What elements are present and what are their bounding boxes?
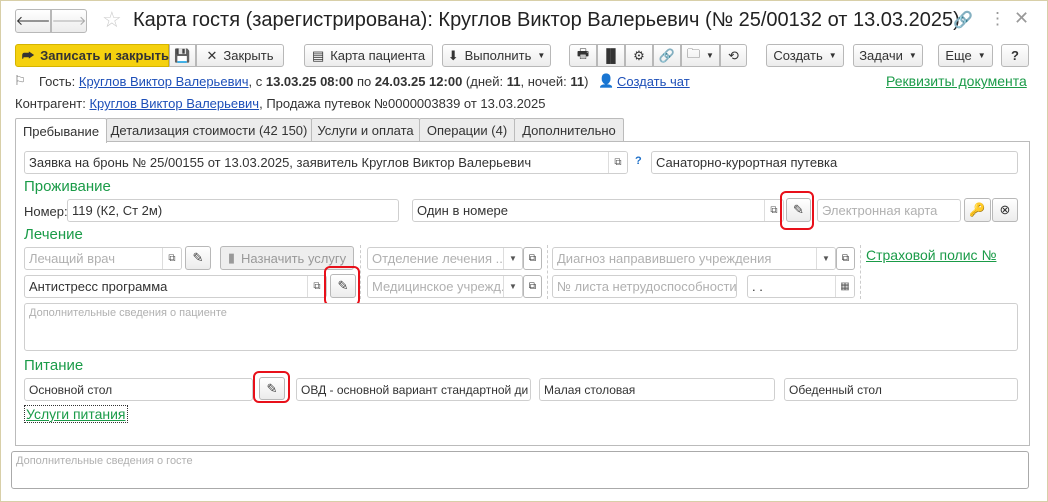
card-icon: ▤: [311, 47, 325, 63]
star-icon[interactable]: ☆: [102, 7, 122, 33]
history-button[interactable]: ⟲: [720, 44, 747, 67]
pencil-icon: ✎: [266, 380, 278, 396]
tab-cost-details[interactable]: Детализация стоимости (42 150): [106, 118, 312, 142]
divider: [360, 245, 361, 299]
save-button[interactable]: 💾: [169, 44, 196, 67]
gears-icon: ⚙: [633, 47, 645, 63]
edit-occupancy-button[interactable]: ✎: [786, 198, 811, 222]
occupancy-field[interactable]: Один в номере ⧉: [412, 199, 784, 222]
link-icon[interactable]: 🔗: [953, 10, 973, 30]
diagnosis-field[interactable]: Диагноз направившего учреждения ▼: [552, 247, 836, 270]
page-title: Карта гостя (зарегистрирована): Круглов …: [133, 9, 960, 31]
insurance-link[interactable]: Страховой полис №: [866, 247, 996, 263]
folder-plus-icon: 🗀: [687, 45, 701, 61]
edit-program-button[interactable]: ✎: [330, 274, 356, 298]
pencil-icon: ✎: [192, 250, 204, 265]
guest-link[interactable]: Круглов Виктор Валерьевич: [79, 74, 249, 89]
print-button[interactable]: 🖶: [569, 44, 597, 67]
print-icon: 🖶: [576, 45, 590, 61]
chain-link-icon: 🔗: [658, 47, 676, 63]
history-icon: ⟲: [728, 47, 739, 63]
dropdown-icon[interactable]: ▼: [503, 276, 522, 297]
open-department-button[interactable]: ⧉: [523, 247, 542, 270]
save-close-icon: ⮫: [22, 47, 35, 63]
room-field[interactable]: 119 (К2, Ст 2м): [67, 199, 399, 222]
flag-icon: ⚐: [14, 73, 26, 88]
execute-button[interactable]: ⬇ Выполнить ▼: [442, 44, 551, 67]
settings-button[interactable]: ⚙: [625, 44, 653, 67]
more-button[interactable]: Еще ▼: [938, 44, 993, 67]
help-mark[interactable]: ?: [635, 155, 642, 167]
voucher-field[interactable]: Санаторно-курортная путевка: [651, 151, 1018, 174]
attach-folder-button[interactable]: 🗀 ▼: [681, 44, 720, 67]
tab-services-payment[interactable]: Услуги и оплата: [311, 118, 420, 142]
save-icon: 💾: [174, 47, 191, 63]
meal-table-field[interactable]: Обеденный стол: [784, 378, 1018, 401]
create-chat-link[interactable]: Создать чат: [617, 74, 690, 89]
open-institution-button[interactable]: ⧉: [523, 275, 542, 298]
clear-circle-icon: ⊗: [999, 202, 1011, 217]
pencil-icon: ✎: [337, 278, 349, 293]
key-button[interactable]: 🔑: [964, 198, 991, 222]
diet-field[interactable]: Основной стол: [24, 378, 253, 401]
nutrition-services-link[interactable]: Услуги питания: [24, 405, 128, 423]
help-button[interactable]: ?: [1001, 44, 1029, 67]
close-button[interactable]: ✕ Закрыть: [196, 44, 284, 67]
patient-card-button[interactable]: ▤ Карта пациента: [304, 44, 433, 67]
doctor-field[interactable]: Лечащий врач ⧉: [24, 247, 182, 270]
chat-user-icon: 👤: [598, 73, 615, 88]
department-field[interactable]: Отделение лечения ... ▼: [367, 247, 523, 270]
room-label: Номер:: [24, 204, 68, 219]
arrow-down-icon: ⬇: [447, 47, 459, 63]
bar-chart-icon: ▐▌: [601, 48, 621, 63]
calendar-icon[interactable]: ▦: [835, 276, 854, 297]
close-icon[interactable]: ✕: [1014, 8, 1029, 29]
doc-details-link[interactable]: Реквизиты документа: [886, 73, 1027, 89]
tasks-button[interactable]: Задачи ▼: [853, 44, 923, 67]
pencil-icon: ✎: [793, 202, 804, 217]
key-icon: 🔑: [969, 202, 986, 217]
divider: [860, 245, 861, 299]
tab-additional[interactable]: Дополнительно: [514, 118, 624, 142]
save-close-button[interactable]: ⮫ Записать и закрыть: [15, 44, 169, 67]
edit-diet-button[interactable]: ✎: [259, 377, 285, 400]
report-button[interactable]: ▐▌: [597, 44, 625, 67]
divider: [547, 245, 548, 299]
open-icon[interactable]: ⧉: [162, 248, 181, 269]
guest-notes-field[interactable]: Дополнительные сведения о госте: [11, 451, 1029, 489]
medical-institution-field[interactable]: Медицинское учрежд... ▼: [367, 275, 523, 298]
x-icon: ✕: [206, 47, 218, 63]
diet-variant-field[interactable]: ОВД - основной вариант стандартной ди: [296, 378, 531, 401]
dining-room-field[interactable]: Малая столовая: [539, 378, 775, 401]
sick-list-field[interactable]: № листа нетрудоспособности: [552, 275, 737, 298]
document-icon: ▮: [227, 250, 236, 265]
date-field[interactable]: . . ▦: [747, 275, 855, 298]
link-button[interactable]: 🔗: [653, 44, 681, 67]
guest-info: Гость: Круглов Виктор Валерьевич, с 13.0…: [39, 74, 589, 89]
contractor-info: Контрагент: Круглов Виктор Валерьевич, П…: [15, 96, 546, 111]
booking-field[interactable]: Заявка на бронь № 25/00155 от 13.03.2025…: [24, 151, 628, 174]
section-accommodation: Проживание: [24, 178, 111, 195]
create-button[interactable]: Создать ▼: [766, 44, 844, 67]
more-vertical-icon[interactable]: ⋮: [989, 9, 1006, 29]
tab-operations[interactable]: Операции (4): [419, 118, 515, 142]
tab-stay[interactable]: Пребывание: [15, 118, 107, 143]
contractor-link[interactable]: Круглов Виктор Валерьевич: [89, 96, 259, 111]
section-nutrition: Питание: [24, 357, 84, 374]
back-button[interactable]: 🡐: [15, 9, 51, 33]
section-treatment: Лечение: [24, 226, 83, 243]
patient-notes-field[interactable]: Дополнительные сведения о пациенте: [24, 303, 1018, 351]
clear-button[interactable]: ⊗: [992, 198, 1018, 222]
dropdown-icon[interactable]: ▼: [503, 248, 522, 269]
open-icon[interactable]: ⧉: [608, 152, 627, 173]
open-diagnosis-button[interactable]: ⧉: [836, 247, 855, 270]
forward-button[interactable]: 🡒: [51, 9, 87, 33]
edit-doctor-button[interactable]: ✎: [185, 246, 211, 270]
dropdown-icon[interactable]: ▼: [816, 248, 835, 269]
program-field[interactable]: Антистресс программа ⧉: [24, 275, 327, 298]
ecard-field[interactable]: Электронная карта: [817, 199, 961, 222]
